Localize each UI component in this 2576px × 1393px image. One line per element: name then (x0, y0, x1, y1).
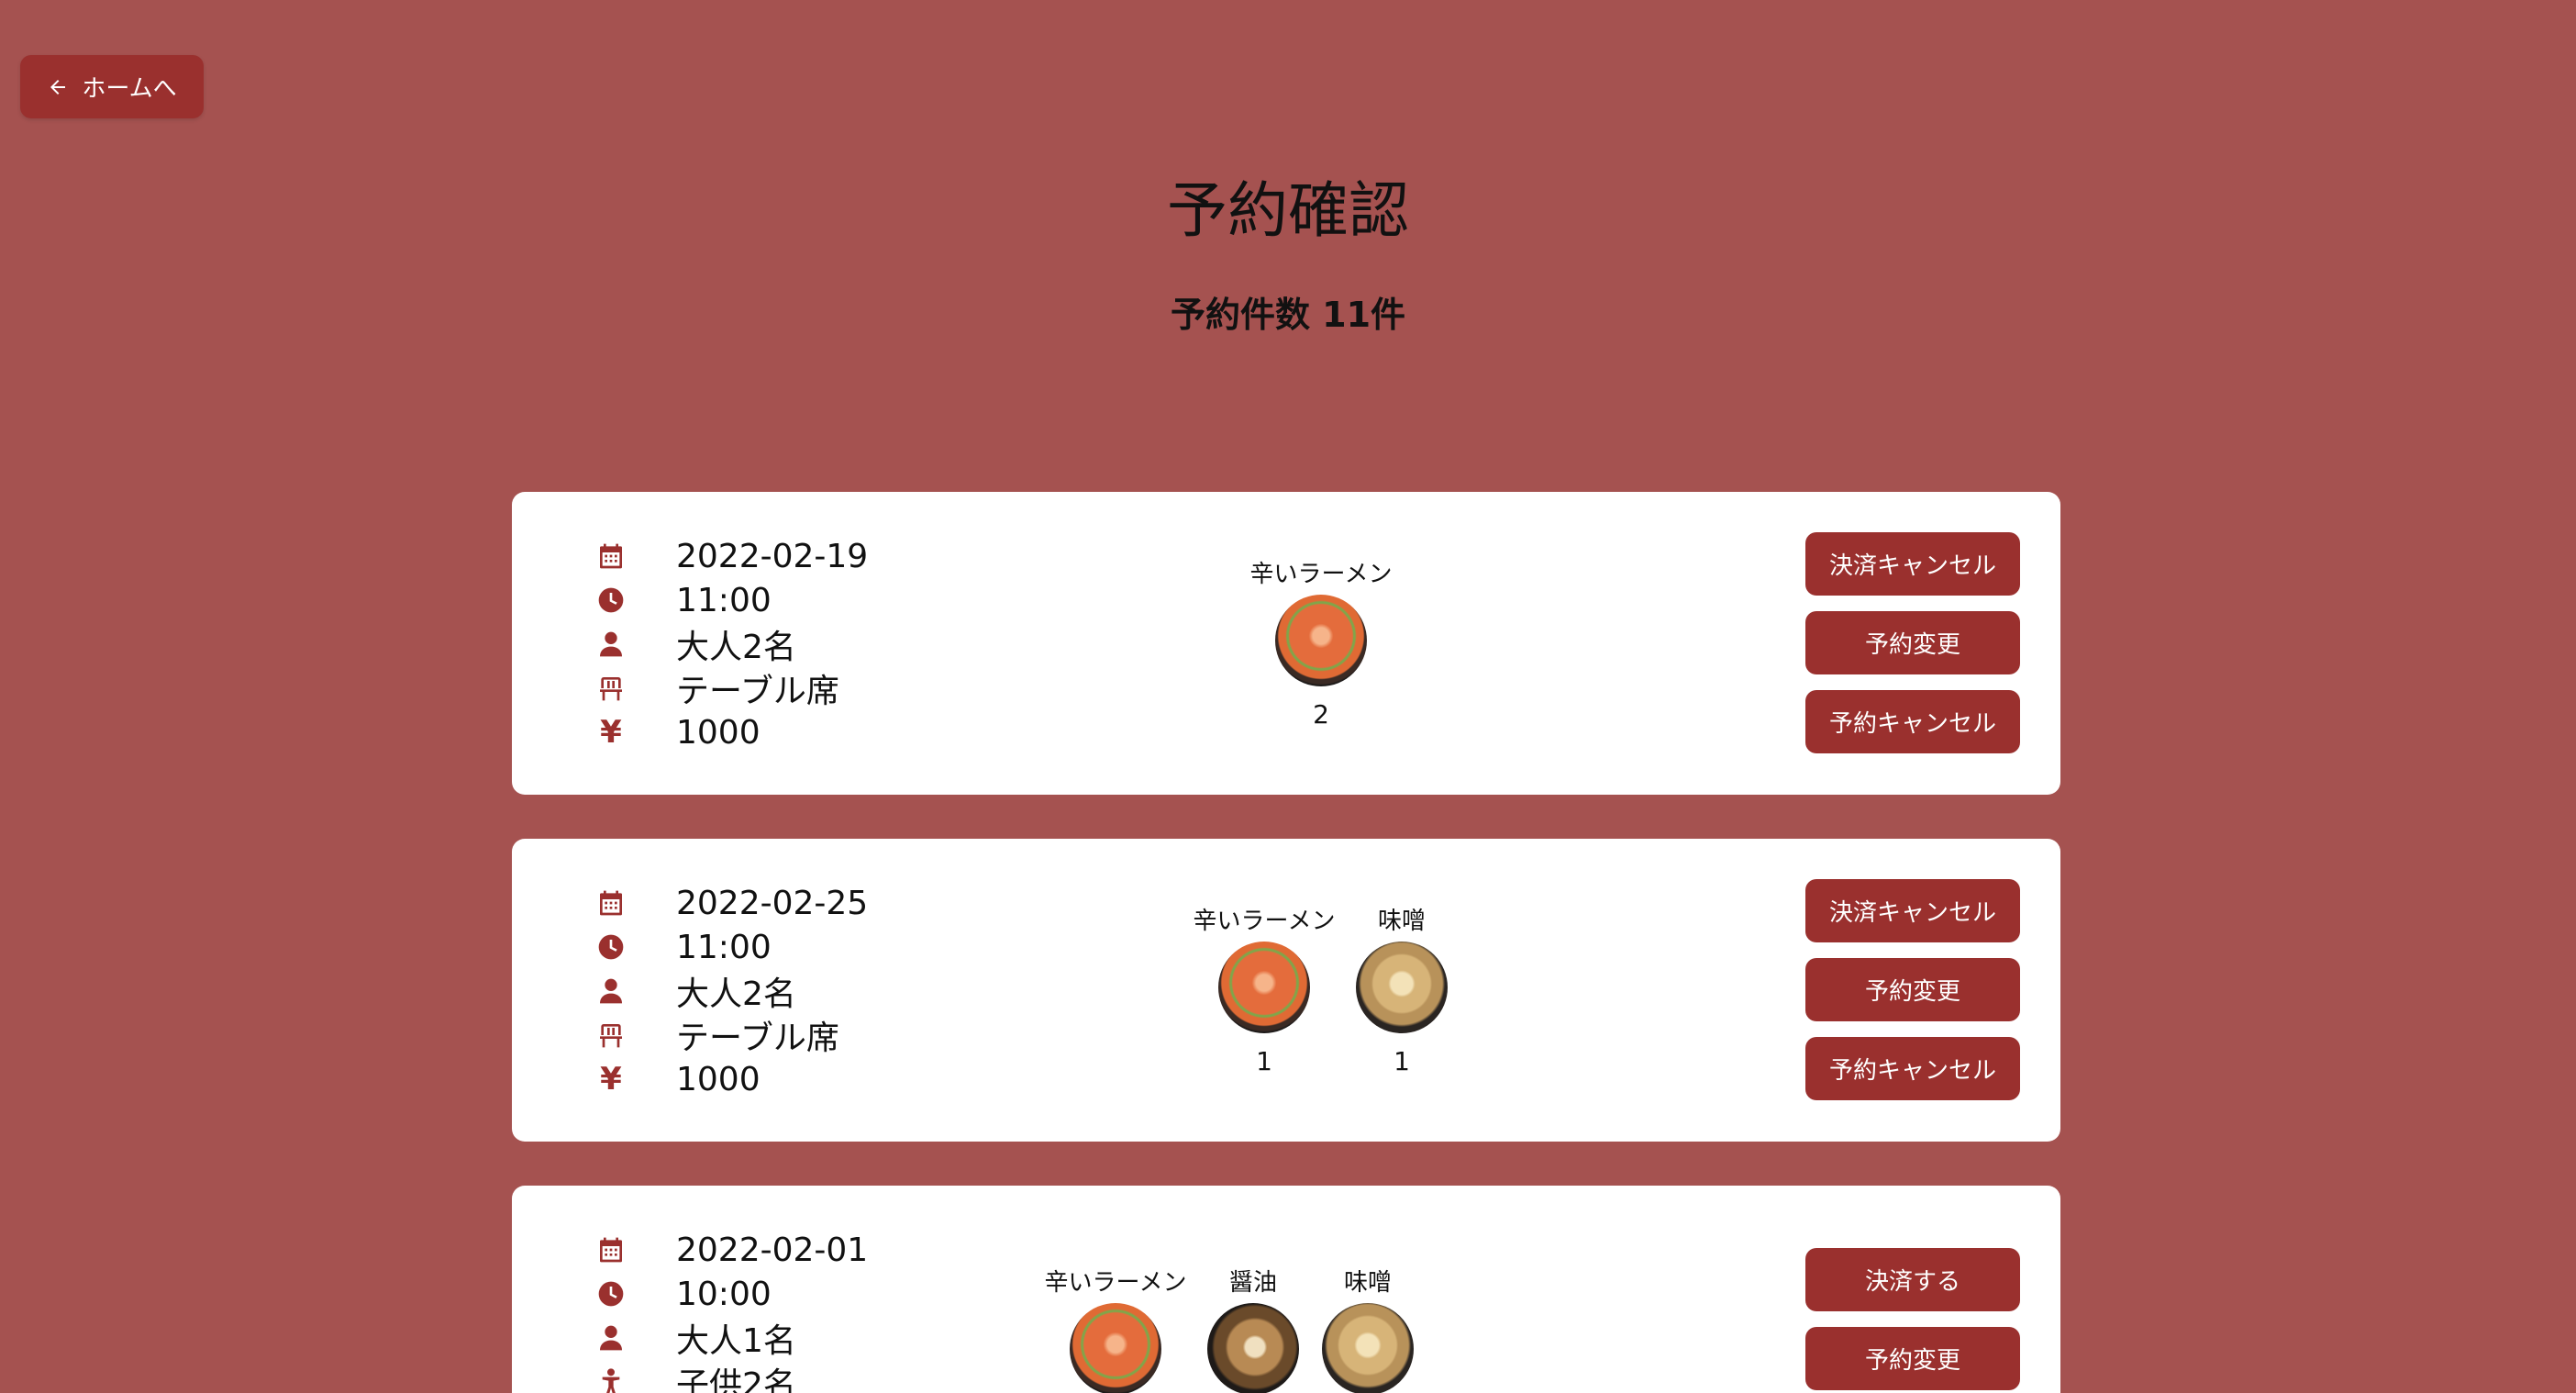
order-item-qty: 1 (1393, 1046, 1410, 1076)
reservation-children: 子供2名 (676, 1366, 796, 1393)
change-reservation-button[interactable]: 予約変更 (1805, 1327, 2020, 1390)
order-item-name: 味噌 (1377, 908, 1426, 935)
calendar-icon (591, 883, 631, 923)
arrow-left-icon (50, 79, 66, 95)
reservation-adults: 大人2名 (676, 975, 796, 1013)
spicy-ramen-image (1070, 1303, 1161, 1393)
reservation-time: 11:00 (676, 581, 772, 619)
time-row: 11:00 (591, 578, 772, 622)
home-button[interactable]: ホームへ (20, 55, 204, 118)
clock-icon (591, 1274, 631, 1314)
reservation-count: 予約件数 11件 (1170, 295, 1406, 335)
price-row: ¥ 1000 (591, 1057, 761, 1101)
cancel-payment-button[interactable]: 決済キャンセル (1805, 532, 2020, 596)
yen-icon: ¥ (600, 1061, 622, 1098)
cancel-reservation-button[interactable]: 予約キャンセル (1805, 690, 2020, 753)
reservation-card: 2022-02-19 11:00 大人2名 テーブル席 ¥ 1000 辛いラーメ… (512, 492, 2060, 795)
order-item: 辛いラーメン 2 (1229, 558, 1413, 730)
date-row: 2022-02-25 (591, 881, 868, 925)
cancel-payment-button[interactable]: 決済キャンセル (1805, 879, 2020, 942)
miso-ramen-image (1356, 942, 1448, 1033)
change-reservation-button[interactable]: 予約変更 (1805, 958, 2020, 1021)
person-icon (591, 971, 631, 1011)
reservation-time: 11:00 (676, 928, 772, 966)
pay-button[interactable]: 決済する (1805, 1248, 2020, 1311)
person-icon (591, 1318, 631, 1358)
time-row: 11:00 (591, 925, 772, 969)
seat-row: テーブル席 (591, 666, 839, 710)
order-item: 味噌 (1276, 1266, 1460, 1393)
date-row: 2022-02-01 (591, 1228, 868, 1272)
guests-row: 大人2名 (591, 969, 796, 1013)
children-row: 子供2名 (591, 1360, 796, 1393)
reservation-date: 2022-02-19 (676, 537, 869, 575)
change-reservation-button[interactable]: 予約変更 (1805, 611, 2020, 674)
reservation-date: 2022-02-01 (676, 1231, 869, 1269)
reservation-price: 1000 (676, 713, 761, 752)
person-icon (591, 624, 631, 664)
reservation-card: 2022-02-25 11:00 大人2名 テーブル席 ¥ 1000 辛いラーメ… (512, 839, 2060, 1142)
guests-row: 大人1名 (591, 1316, 796, 1360)
page-title: 予約確認 (1167, 175, 1409, 246)
guests-row: 大人2名 (591, 622, 796, 666)
chair-icon (591, 1015, 631, 1055)
reservation-adults: 大人2名 (676, 629, 796, 666)
order-item-name: 味噌 (1343, 1269, 1392, 1297)
order-item: 味噌 1 (1310, 905, 1493, 1076)
calendar-icon (591, 1230, 631, 1270)
reservation-time: 10:00 (676, 1275, 772, 1313)
spicy-ramen-image (1218, 942, 1310, 1033)
order-item-qty: 2 (1313, 699, 1329, 730)
miso-ramen-image (1322, 1303, 1414, 1393)
price-row: ¥ 1000 (591, 710, 761, 754)
clock-icon (591, 580, 631, 620)
clock-icon (591, 927, 631, 967)
date-row: 2022-02-19 (591, 534, 868, 578)
order-item-name: 辛いラーメン (1249, 561, 1393, 588)
reservation-adults: 大人1名 (676, 1322, 796, 1360)
time-row: 10:00 (591, 1272, 772, 1316)
yen-icon: ¥ (600, 714, 622, 751)
chair-icon (591, 668, 631, 708)
reservation-seat: テーブル席 (676, 1020, 839, 1057)
cancel-reservation-button[interactable]: 予約キャンセル (1805, 1037, 2020, 1100)
spicy-ramen-image (1275, 595, 1367, 686)
reservation-card: 2022-02-01 10:00 大人1名 子供2名 辛いラーメン 醤油 味噌 … (512, 1186, 2060, 1393)
seat-row: テーブル席 (591, 1013, 839, 1057)
home-button-label: ホームへ (82, 75, 177, 103)
reservation-seat: テーブル席 (676, 673, 839, 710)
child-icon (591, 1362, 631, 1393)
reservation-date: 2022-02-25 (676, 884, 869, 922)
reservation-price: 1000 (676, 1060, 761, 1098)
calendar-icon (591, 536, 631, 576)
